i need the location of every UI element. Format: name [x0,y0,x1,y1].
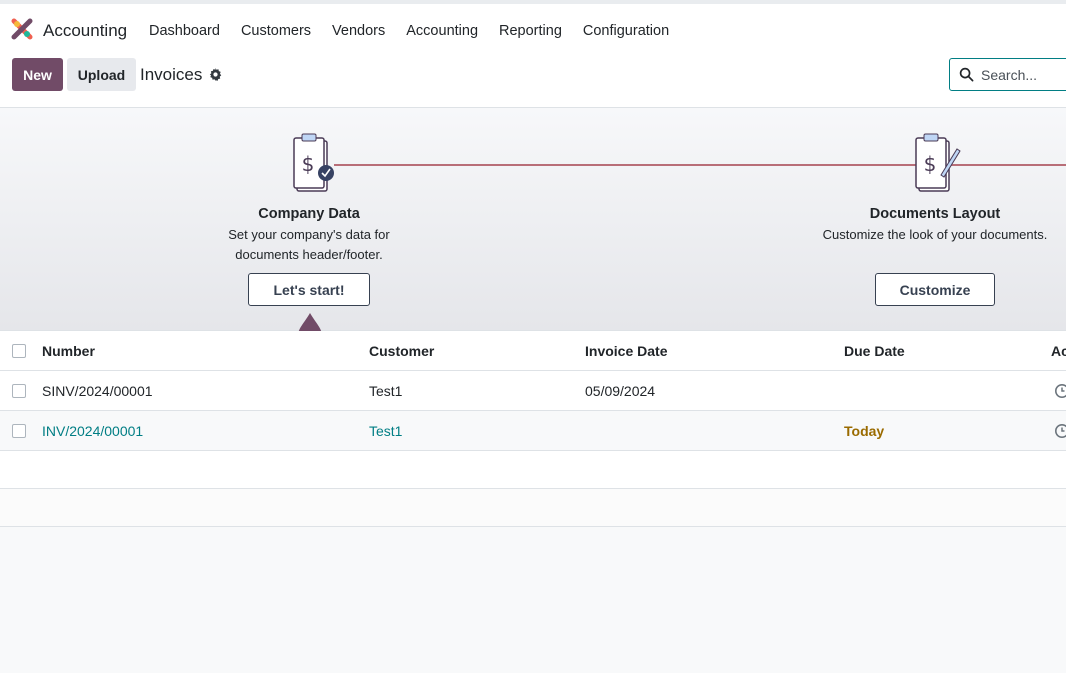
table-header: Number Customer Invoice Date Due Date Ac [0,331,1066,371]
page-title: Invoices [140,65,203,84]
menu-vendors[interactable]: Vendors [332,23,385,39]
step1-description: Set your company's data for documents he… [199,225,419,265]
column-invoice-date[interactable]: Invoice Date [585,343,667,359]
step1-title: Company Data [258,206,360,222]
menu-accounting[interactable]: Accounting [406,23,478,39]
upload-button[interactable]: Upload [67,58,136,91]
main-menu: Dashboard Customers Vendors Accounting R… [149,23,690,39]
lets-start-button[interactable]: Let's start! [248,273,370,306]
column-activities[interactable]: Ac [1051,343,1066,359]
clipboard-dollar-pen-icon: $ [915,133,961,192]
search-icon [959,67,974,82]
customize-button[interactable]: Customize [875,273,995,306]
row-invoice-date: 05/09/2024 [585,383,656,399]
column-due-date[interactable]: Due Date [844,343,905,359]
empty-row [0,451,1066,489]
step2-title: Documents Layout [869,206,1001,222]
column-number[interactable]: Number [42,343,95,359]
clock-icon[interactable] [1054,423,1066,439]
menu-configuration[interactable]: Configuration [583,23,669,39]
step1-desc-line2: documents header/footer. [235,247,383,262]
menu-reporting[interactable]: Reporting [499,23,562,39]
search-box[interactable] [949,58,1066,91]
menu-customers[interactable]: Customers [241,23,311,39]
search-input[interactable] [981,65,1066,85]
clock-icon[interactable] [1054,383,1066,399]
empty-row [0,489,1066,527]
svg-text:$: $ [302,152,315,176]
row-number: INV/2024/00001 [42,423,144,439]
row-checkbox[interactable] [12,384,26,398]
control-panel: New Upload Invoices [0,54,1066,108]
table-row[interactable]: INV/2024/00001 Test1 Today [0,411,1066,451]
row-customer: Test1 [369,383,403,399]
row-due-date: Today [844,423,885,439]
table-row[interactable]: SINV/2024/00001 Test1 05/09/2024 [0,371,1066,411]
clipboard-dollar-check-icon: $ [293,133,334,192]
select-all-checkbox[interactable] [12,344,26,358]
new-button[interactable]: New [12,58,63,91]
step1-desc-line1: Set your company's data for [228,227,390,242]
svg-text:$: $ [924,152,937,176]
row-checkbox[interactable] [12,424,26,438]
row-customer: Test1 [369,423,403,439]
menu-dashboard[interactable]: Dashboard [149,23,220,39]
step2-description: Customize the look of your documents. [822,227,1048,242]
app-name[interactable]: Accounting [43,21,127,41]
column-customer[interactable]: Customer [369,343,434,359]
onboarding-panel: $ $ Company Data Set your company's data… [0,108,1066,346]
row-number: SINV/2024/00001 [42,383,153,399]
gear-icon[interactable] [209,68,222,81]
accounting-app-icon[interactable] [11,18,33,40]
top-navbar: Accounting Dashboard Customers Vendors A… [0,0,1066,54]
